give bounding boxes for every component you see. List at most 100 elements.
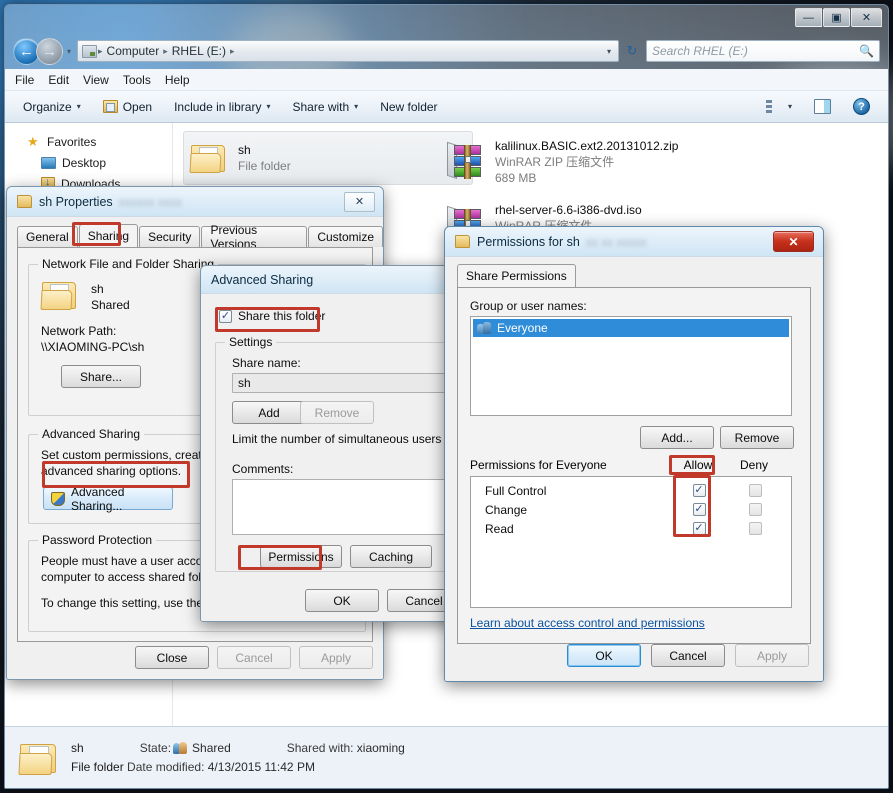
desktop-icon (41, 156, 56, 169)
open-button[interactable]: Open (93, 95, 162, 119)
preview-pane-button[interactable] (804, 95, 841, 119)
deny-checkbox[interactable]: ✓ (748, 484, 762, 497)
settings-group: Settings Share name: sh Add Remove Limit… (215, 335, 459, 572)
advanced-sharing-body: ✓ Share this folder Settings Share name:… (201, 294, 459, 621)
sidebar-item-desktop[interactable]: Desktop (5, 152, 172, 173)
share-button[interactable]: Share... (61, 365, 141, 388)
search-input[interactable]: Search RHEL (E:) 🔍 (646, 40, 880, 62)
minimize-button[interactable]: — (795, 8, 822, 27)
file-item-zip[interactable]: kalilinux.BASIC.ext2.20131012.zip WinRAR… (441, 131, 751, 193)
sidebar-item-favorites[interactable]: ★ Favorites (5, 131, 172, 152)
forward-button[interactable]: → (36, 37, 63, 65)
breadcrumb[interactable]: ▸ Computer ▸ RHEL (E:) ▸ ▾ (77, 40, 619, 62)
advanced-sharing-button-label: Advanced Sharing... (71, 484, 125, 513)
open-label: Open (122, 99, 153, 114)
tab-sharing[interactable]: Sharing (78, 224, 139, 247)
help-button[interactable]: ? (843, 95, 880, 119)
permission-name: Change (485, 502, 528, 517)
deny-checkbox[interactable]: ✓ (748, 503, 762, 516)
tab-share-permissions[interactable]: Share Permissions (457, 264, 576, 287)
computer-icon (82, 44, 97, 58)
list-item-everyone[interactable]: Everyone (473, 319, 789, 337)
share-with-label: Share with (292, 99, 350, 114)
permission-row[interactable]: Change ✓ ✓ (471, 500, 791, 519)
advanced-sharing-button[interactable]: Advanced Sharing... (43, 484, 173, 513)
tab-previous-versions[interactable]: Previous Versions (201, 223, 308, 251)
network-sharing-legend: Network File and Folder Sharing (38, 257, 219, 271)
breadcrumb-item-drive[interactable]: RHEL (E:) (169, 44, 229, 58)
close-button[interactable]: Close (135, 646, 209, 669)
menu-edit[interactable]: Edit (48, 73, 69, 87)
star-icon: ★ (27, 133, 39, 149)
network-path-value: \\XIAOMING-PC\sh (41, 340, 145, 354)
cancel-button[interactable]: Cancel (651, 644, 725, 667)
details-kind: File folder (71, 759, 124, 774)
menu-view[interactable]: View (83, 73, 109, 87)
add-user-button[interactable]: Add... (640, 426, 714, 449)
tab-customize[interactable]: Customize (308, 226, 383, 247)
caching-button[interactable]: Caching (350, 545, 432, 568)
allow-checkbox[interactable]: ✓ (692, 522, 706, 535)
password-line-3: To change this setting, use the (41, 596, 204, 610)
include-in-library-button[interactable]: Include in library ▾ (164, 95, 280, 119)
allow-checkbox[interactable]: ✓ (692, 484, 706, 497)
advanced-sharing-title-bar: Advanced Sharing (201, 266, 459, 294)
apply-button: Apply (735, 644, 809, 667)
share-name-label: Share name: (232, 356, 301, 370)
chevron-down-icon: ▾ (76, 102, 81, 111)
breadcrumb-sep-2[interactable]: ▸ (229, 46, 236, 57)
cancel-button: Cancel (217, 646, 291, 669)
learn-about-access-control-link[interactable]: Learn about access control and permissio… (470, 616, 705, 630)
share-name-input[interactable]: sh (232, 373, 459, 393)
password-protection-legend: Password Protection (38, 533, 157, 547)
properties-title-blur: xxxxxx xxxx (118, 194, 182, 209)
permissions-body: Share Permissions Group or user names: E… (445, 257, 823, 681)
tab-general[interactable]: General (17, 226, 78, 247)
permission-row[interactable]: Full Control ✓ ✓ (471, 481, 791, 500)
permissions-button[interactable]: Permissions (260, 545, 342, 568)
permissions-for-label: Permissions for Everyone (470, 458, 607, 472)
new-folder-label: New folder (380, 99, 438, 114)
share-this-folder-checkbox[interactable]: ✓ (219, 309, 232, 323)
close-icon[interactable]: ✕ (773, 231, 814, 252)
menu-file[interactable]: File (15, 73, 34, 87)
file-item-folder[interactable]: sh File folder (183, 131, 473, 185)
tab-security[interactable]: Security (139, 226, 201, 247)
command-toolbar: Organize ▾ Open Include in library ▾ Sha… (5, 91, 888, 123)
details-state-value: Shared (192, 740, 231, 755)
share-this-folder-row[interactable]: ✓ Share this folder (219, 308, 325, 324)
refresh-button[interactable]: ↻ (621, 40, 643, 62)
close-icon[interactable]: ✕ (344, 191, 375, 212)
change-view-button[interactable]: ▾ (756, 95, 802, 119)
menu-help[interactable]: Help (165, 73, 190, 87)
address-dropdown-icon[interactable]: ▾ (607, 47, 614, 56)
menu-tools[interactable]: Tools (123, 73, 151, 87)
close-button[interactable]: ✕ (851, 8, 882, 27)
ok-button[interactable]: OK (305, 589, 379, 612)
maximize-button[interactable]: ▣ (823, 8, 850, 27)
folder-icon (18, 741, 59, 775)
breadcrumb-item-computer[interactable]: Computer (104, 44, 163, 58)
password-line-2: computer to access shared folde (41, 570, 215, 584)
organize-button[interactable]: Organize ▾ (13, 95, 91, 119)
add-share-name-button[interactable]: Add (232, 401, 306, 424)
comments-input[interactable] (232, 479, 459, 535)
share-with-button[interactable]: Share with ▾ (282, 95, 368, 119)
ok-button[interactable]: OK (567, 644, 641, 667)
folder-icon (40, 279, 77, 311)
details-date-label: Date modified: (127, 759, 205, 774)
file-name: kalilinux.BASIC.ext2.20131012.zip (495, 139, 679, 153)
permission-row[interactable]: Read ✓ ✓ (471, 519, 791, 538)
allow-checkbox[interactable]: ✓ (692, 503, 706, 516)
deny-checkbox[interactable]: ✓ (748, 522, 762, 535)
details-pane: sh State: Shared Shared with: xiaoming F… (5, 726, 888, 788)
remove-user-button[interactable]: Remove (720, 426, 794, 449)
window-controls[interactable]: — ▣ ✕ (795, 8, 882, 27)
shield-icon (51, 491, 65, 506)
chevron-down-icon: ▾ (266, 102, 271, 111)
group-or-user-names-list[interactable]: Everyone (470, 316, 792, 416)
advanced-sharing-title: Advanced Sharing (211, 272, 314, 287)
recent-pages-dropdown-icon[interactable]: ▾ (63, 47, 75, 56)
new-folder-button[interactable]: New folder (370, 95, 447, 119)
permissions-title-bar: Permissions for sh xx xx xxxxx ✕ (445, 227, 823, 257)
